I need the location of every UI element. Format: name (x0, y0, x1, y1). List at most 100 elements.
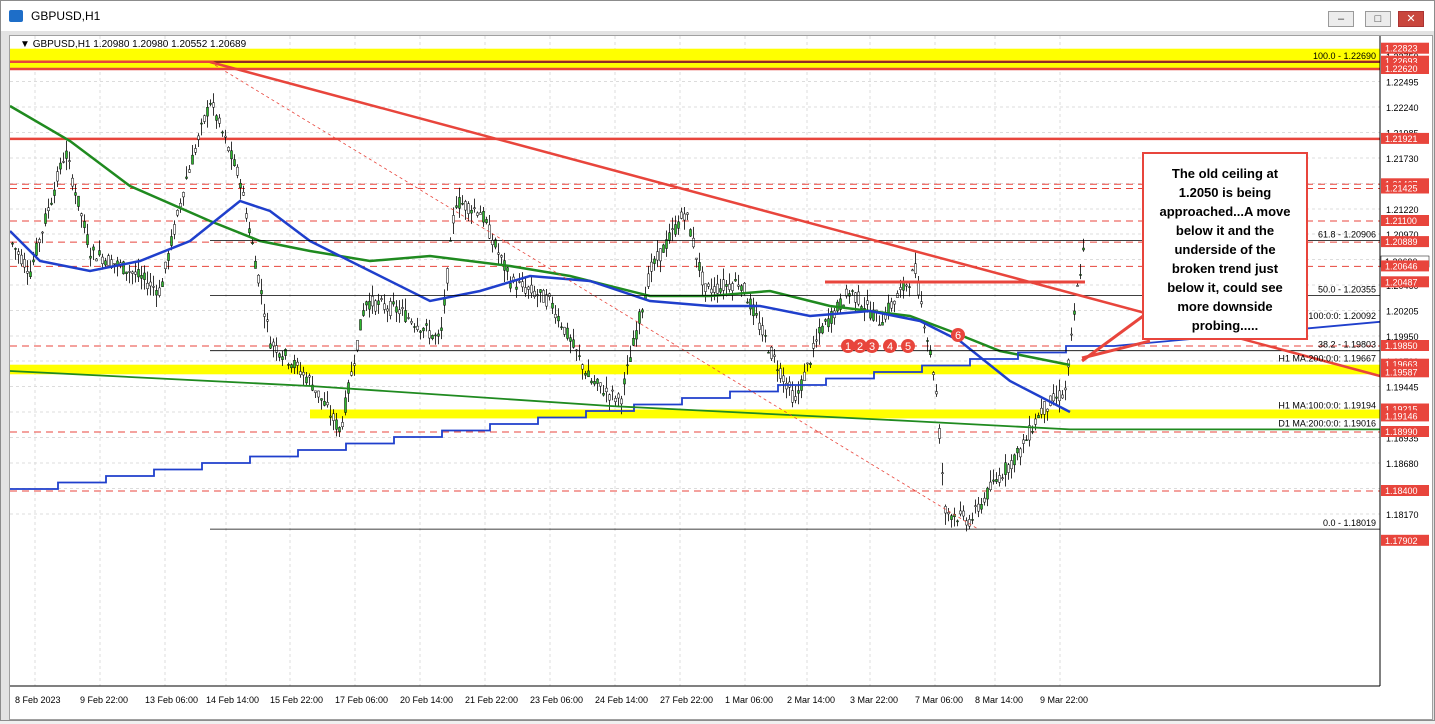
candle-body (362, 310, 365, 316)
candle-body (236, 166, 239, 176)
line-label-6: H1 MA:100:0:0: 1.19194 (1278, 401, 1376, 411)
candle-body (422, 327, 425, 332)
candle-body (35, 242, 38, 256)
candle-body (374, 300, 377, 312)
price-axis: 1.227501.224951.222401.219851.217301.214… (1379, 36, 1432, 719)
candle-body (194, 148, 197, 153)
candle-body (461, 203, 464, 205)
candle-body (476, 212, 479, 216)
candle-body (662, 244, 665, 253)
candle-body (944, 506, 947, 514)
candle-body (224, 135, 227, 138)
price-tick-4: 1.21730 (1386, 154, 1419, 164)
candle-body (446, 268, 449, 284)
candle-body (137, 269, 140, 278)
price-label-11: 1.19850 (1385, 341, 1418, 351)
candle-body (32, 259, 35, 263)
candle-body (428, 330, 431, 339)
candle-body (212, 102, 215, 108)
candle-body (746, 301, 749, 304)
candle-body (1058, 390, 1061, 402)
candle-body (515, 286, 518, 290)
candle-body (11, 242, 14, 245)
candle-body (971, 519, 974, 521)
candle-body (365, 301, 368, 306)
mid-zone (10, 364, 1380, 375)
price-tick-1: 1.22495 (1386, 78, 1419, 88)
candle-body (413, 326, 416, 328)
candle-body (260, 290, 263, 295)
analysis-callout: The old ceiling at 1.2050 is being appro… (1142, 152, 1308, 340)
candle-body (389, 301, 392, 316)
candle-body (866, 300, 869, 305)
candle-body (629, 357, 632, 362)
price-label-18: 1.17902 (1385, 536, 1418, 546)
close-button[interactable]: ✕ (1398, 11, 1424, 27)
candle-body (776, 369, 779, 372)
candle-body (905, 284, 908, 287)
candle-body (959, 510, 962, 515)
candle-body (599, 382, 602, 387)
candle-body (890, 301, 893, 309)
candle-body (740, 285, 743, 291)
marker-label-6: 6 (955, 330, 961, 342)
candle-body (233, 159, 236, 167)
candle-body (452, 215, 455, 224)
candle-body (83, 221, 86, 228)
candle-body (584, 372, 587, 376)
candle-body (218, 117, 221, 124)
price-tick-2: 1.22240 (1386, 103, 1419, 113)
candle-body (242, 192, 245, 196)
candle-body (614, 398, 617, 402)
symbol-ohlc: GBPUSD,H1 1.20980 1.20980 1.20552 1.2068… (32, 39, 247, 50)
time-axis: 8 Feb 2023 9 Feb 22:00 13 Feb 06:00 14 Feb … (10, 685, 1380, 705)
candle-body (335, 419, 338, 430)
candle-body (284, 349, 287, 356)
candle-body (641, 309, 644, 313)
candle-body (725, 284, 728, 287)
candle-body (608, 394, 611, 401)
candle-body (518, 281, 521, 283)
candle-body (734, 279, 737, 282)
candle-body (1007, 464, 1010, 473)
candle-body (758, 322, 761, 330)
candle-body (170, 236, 173, 246)
candle-body (107, 255, 110, 266)
time-tick-7: 21 Feb 22:00 (465, 695, 518, 705)
candle-body (275, 345, 278, 353)
restore-button[interactable]: □ (1365, 11, 1391, 27)
candle-body (332, 413, 335, 421)
price-label-15: 1.19146 (1385, 411, 1418, 421)
candle-body (635, 330, 638, 340)
price-chart[interactable]: 123456 1.227501.224951.222401.219851.217… (9, 35, 1433, 720)
candle-body (296, 361, 299, 366)
candle-body (299, 371, 302, 375)
h1-ma100-line (9, 199, 1071, 414)
candle-body (728, 283, 731, 290)
candle-body (338, 427, 341, 432)
candle-body (485, 219, 488, 223)
candle-body (812, 343, 815, 349)
candle-body (227, 147, 230, 151)
candle-body (356, 340, 359, 351)
line-label-1: 61.8 - 1.20906 (1318, 229, 1376, 239)
candle-body (263, 313, 266, 317)
candle-body (398, 309, 401, 315)
candle-body (458, 197, 461, 209)
candle-body (1082, 247, 1085, 251)
candle-body (131, 271, 134, 274)
price-label-3: 1.21921 (1385, 134, 1418, 144)
d1-ma200-line (9, 370, 1380, 431)
candle-body (950, 515, 953, 520)
candle-body (992, 479, 995, 482)
candle-body (125, 271, 128, 274)
price-label-9: 1.20646 (1385, 261, 1418, 271)
candle-body (497, 252, 500, 255)
candle-body (911, 269, 914, 272)
chart-canvas[interactable]: 123456 1.227501.224951.222401.219851.217… (9, 36, 1432, 719)
minimize-button[interactable]: – (1328, 11, 1354, 27)
candle-body (425, 323, 428, 326)
candle-body (1034, 418, 1037, 425)
candle-body (305, 376, 308, 384)
candle-body (587, 370, 590, 378)
